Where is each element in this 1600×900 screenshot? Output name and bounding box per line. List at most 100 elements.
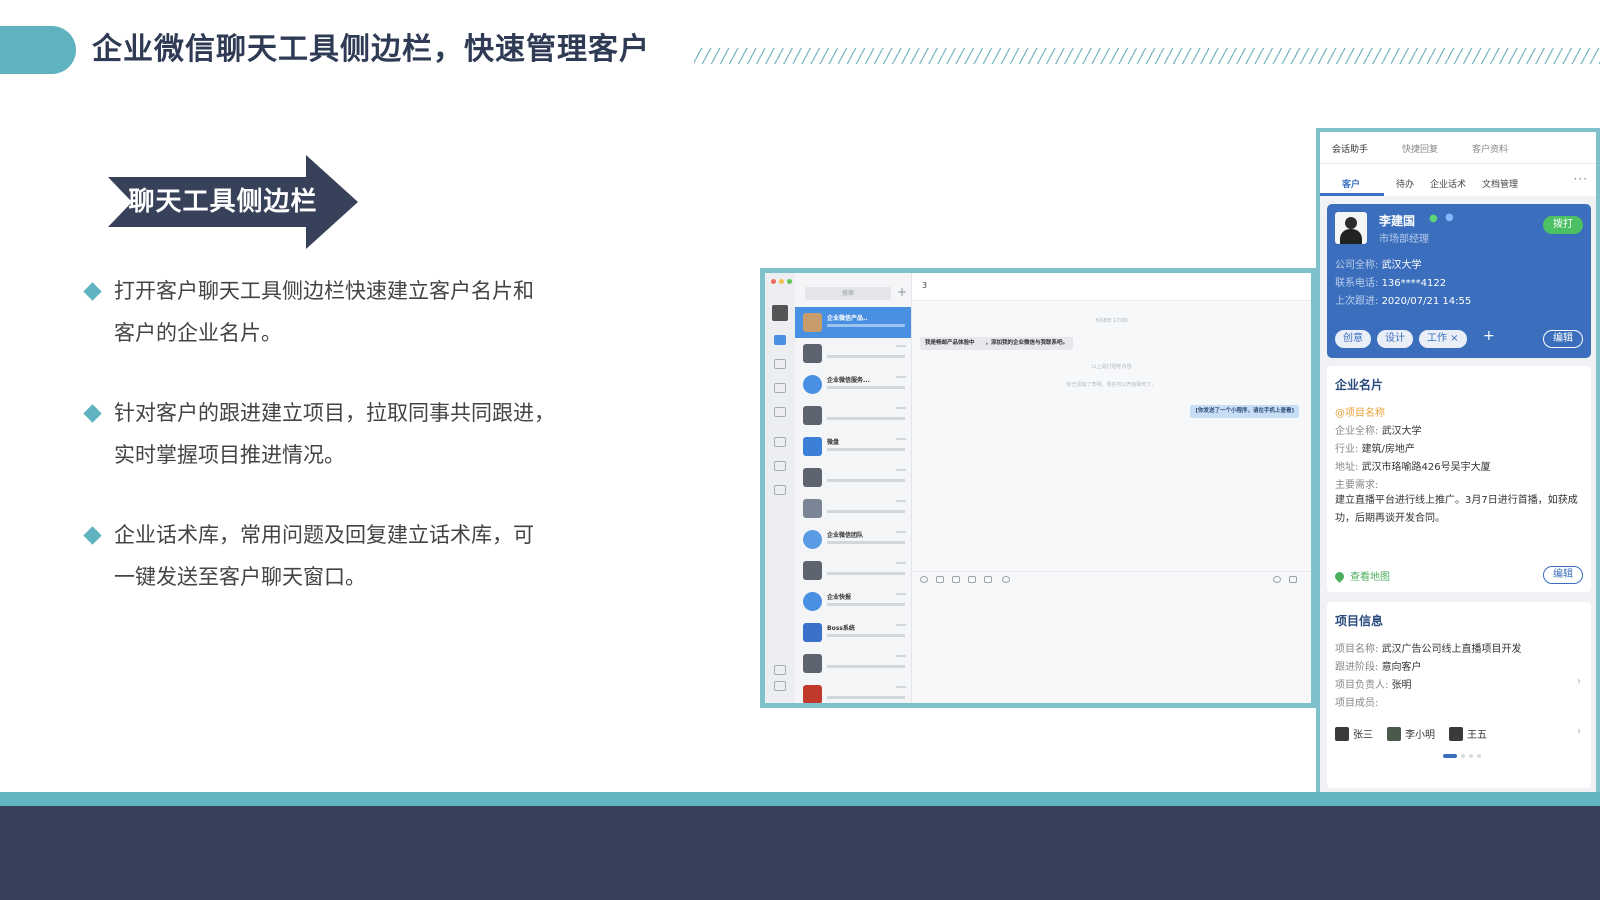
chat-icon-bar	[765, 273, 795, 703]
time-stamp	[896, 407, 906, 409]
calendar-icon[interactable]	[774, 383, 786, 393]
message-preview	[827, 696, 905, 699]
search-input[interactable]: 搜索	[805, 287, 891, 300]
tag-chip[interactable]: 创意	[1335, 330, 1371, 348]
workbench-icon[interactable]	[774, 407, 786, 417]
contact-name: 企业微信团队	[827, 532, 864, 539]
list-item[interactable]	[795, 679, 911, 703]
tag-chip[interactable]: 设计	[1377, 330, 1413, 348]
diamond-bullet-icon	[83, 282, 102, 301]
more-icon[interactable]: ···	[1574, 172, 1588, 186]
drive-icon[interactable]	[774, 485, 786, 495]
add-icon[interactable]: +	[897, 285, 907, 299]
tab-documents[interactable]: 文档管理	[1482, 177, 1518, 190]
page-dot[interactable]	[1461, 754, 1465, 758]
tag-chip[interactable]: 工作 ×	[1419, 330, 1467, 348]
sidebar-toggle-icon[interactable]	[1289, 576, 1297, 583]
message-preview	[827, 634, 905, 637]
member-name: 张三	[1353, 730, 1373, 741]
emoji-icon[interactable]	[920, 576, 928, 583]
list-item[interactable]: 企业微信服务...	[795, 369, 911, 400]
avatar	[803, 685, 822, 703]
minimize-dot-icon[interactable]	[779, 279, 784, 284]
call-button[interactable]: 拨打	[1543, 216, 1583, 234]
avatar	[803, 344, 822, 363]
scissors-icon[interactable]	[936, 576, 944, 583]
history-icon[interactable]	[1273, 576, 1281, 583]
list-item[interactable]	[795, 648, 911, 679]
chevron-right-icon[interactable]: ›	[1577, 726, 1581, 737]
member-item[interactable]: 张三	[1335, 726, 1373, 741]
company-row: 公司全称: 武汉大学	[1335, 256, 1422, 271]
page-dot[interactable]	[1469, 754, 1473, 758]
phone-icon[interactable]	[1002, 576, 1010, 583]
time-stamp	[896, 562, 906, 564]
tab-customer-profile[interactable]: 客户资料	[1472, 142, 1508, 155]
member-item[interactable]: 王五	[1449, 726, 1487, 741]
tab-session-assistant[interactable]: 会话助手	[1332, 142, 1368, 155]
chevron-right-icon[interactable]: ›	[1577, 676, 1581, 687]
add-tag-button[interactable]: +	[1483, 328, 1495, 344]
list-item[interactable]: 企业微信产品..	[795, 307, 911, 338]
project-name-link[interactable]: @项目名称	[1335, 404, 1385, 419]
page-dot-active[interactable]	[1443, 754, 1457, 758]
list-item[interactable]: 企业快报	[795, 586, 911, 617]
tab-todo[interactable]: 待办	[1396, 177, 1414, 190]
menu-icon[interactable]	[774, 681, 786, 691]
view-map-link[interactable]: 查看地图	[1333, 568, 1390, 583]
needs-label: 主要需求:	[1335, 476, 1378, 491]
group-avatar	[803, 499, 822, 518]
tab-scripts[interactable]: 企业话术	[1430, 177, 1466, 190]
project-info-section: 项目信息 项目名称: 武汉广告公司线上直播项目开发 跟进阶段: 意向客户 项目负…	[1327, 602, 1591, 788]
settings-icon[interactable]	[774, 461, 786, 471]
field-label: 主要需求:	[1335, 480, 1379, 491]
edit-customer-button[interactable]: 编辑	[1543, 330, 1583, 348]
tab-customer[interactable]: 客户	[1342, 177, 1360, 190]
list-item[interactable]: Boss系统	[795, 617, 911, 648]
customer-sidebar-panel: 会话助手 快捷回复 客户资料 客户 待办 企业话术 文档管理 ··· 李建国 ●…	[1316, 128, 1600, 792]
avatar	[803, 313, 822, 332]
customer-card: 李建国 ● ● 市场部经理 拨打 公司全称: 武汉大学 联系电话: 136***…	[1327, 204, 1591, 358]
time-stamp	[896, 376, 906, 378]
document-icon[interactable]	[774, 437, 786, 447]
list-item[interactable]	[795, 462, 911, 493]
footer-dark-band	[0, 806, 1600, 900]
list-item[interactable]	[795, 338, 911, 369]
avatar	[803, 406, 822, 425]
field-value: 武汉市珞喻路426号吴宇大厦	[1361, 462, 1491, 473]
time-stamp	[896, 345, 906, 347]
incoming-message: 我是畅邮产品体验中 ，添加我的企业微信与我联系吧。	[920, 337, 1074, 350]
file-icon[interactable]	[968, 576, 976, 583]
folder-icon[interactable]	[984, 576, 992, 583]
edit-company-button[interactable]: 编辑	[1543, 566, 1583, 584]
list-item[interactable]: 企业微信团队	[795, 524, 911, 555]
customer-role: 市场部经理	[1379, 234, 1429, 245]
maximize-dot-icon[interactable]	[787, 279, 792, 284]
map-pin-icon	[1333, 570, 1346, 583]
avatar	[803, 561, 822, 580]
message-preview	[827, 355, 905, 358]
close-dot-icon[interactable]	[771, 279, 776, 284]
field-value: 2020/07/21 14:55	[1381, 296, 1472, 307]
image-icon[interactable]	[952, 576, 960, 583]
contacts-icon[interactable]	[774, 359, 786, 369]
list-item[interactable]	[795, 493, 911, 524]
team-icon	[803, 530, 822, 549]
message-icon[interactable]	[774, 335, 786, 345]
address-row: 地址: 武汉市珞喻路426号吴宇大厦	[1335, 458, 1491, 473]
message-preview	[827, 665, 905, 668]
favorites-icon[interactable]	[774, 665, 786, 675]
my-avatar[interactable]	[772, 305, 788, 321]
wechat-icon: ●	[1429, 213, 1438, 224]
page-dot[interactable]	[1477, 754, 1481, 758]
message-preview	[827, 417, 905, 420]
list-item[interactable]	[795, 400, 911, 431]
tab-quick-reply[interactable]: 快捷回复	[1402, 142, 1438, 155]
contact-name: Boss系统	[827, 625, 855, 632]
list-item[interactable]	[795, 555, 911, 586]
member-item[interactable]: 李小明	[1387, 726, 1435, 741]
owner-row[interactable]: 项目负责人: 张明	[1335, 676, 1412, 691]
time-stamp	[896, 500, 906, 502]
list-item[interactable]: 微盘	[795, 431, 911, 462]
window-controls[interactable]	[771, 279, 792, 284]
